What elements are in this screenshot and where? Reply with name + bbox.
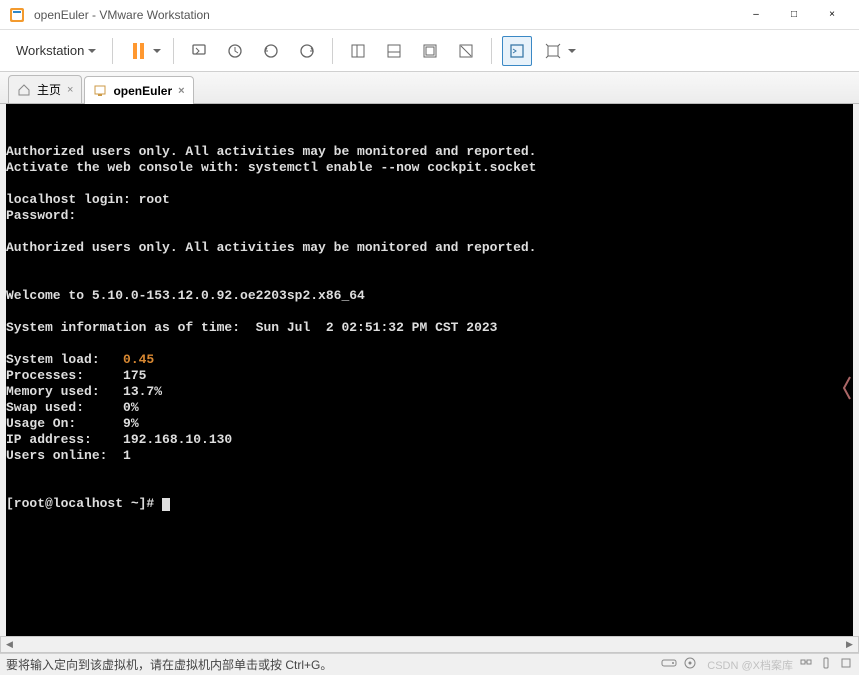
view-fullscreen-button[interactable] <box>415 36 445 66</box>
send-input-button[interactable] <box>184 36 214 66</box>
pause-icon <box>133 43 144 59</box>
unity-icon <box>457 42 475 60</box>
panel-expand-handle[interactable] <box>839 370 853 406</box>
tab-home[interactable]: 主页 × <box>8 75 82 103</box>
view-unity-button[interactable] <box>451 36 481 66</box>
snapshot-manager-icon <box>298 42 316 60</box>
window-controls: – □ × <box>737 3 851 27</box>
stretch-guest-button[interactable] <box>538 36 578 66</box>
status-bar: 要将输入定向到该虚拟机，请在虚拟机内部单击或按 Ctrl+G。 CSDN @X档… <box>0 653 859 675</box>
sound-icon[interactable] <box>839 656 853 673</box>
view-split-left-button[interactable] <box>343 36 373 66</box>
snapshot-revert-button[interactable] <box>256 36 286 66</box>
hdd-icon[interactable] <box>661 657 677 672</box>
view-split-bottom-button[interactable] <box>379 36 409 66</box>
workstation-menu[interactable]: Workstation <box>10 39 102 62</box>
console-icon <box>508 42 526 60</box>
main-toolbar: Workstation <box>0 30 859 72</box>
workstation-menu-label: Workstation <box>16 43 84 58</box>
snapshot-revert-icon <box>262 42 280 60</box>
toolbar-separator <box>332 38 333 64</box>
usb-icon[interactable] <box>819 656 833 673</box>
chevron-down-icon <box>568 49 576 53</box>
stretch-icon <box>544 42 562 60</box>
snapshot-icon <box>226 42 244 60</box>
status-device-icons: CSDN @X档案库 <box>661 656 853 673</box>
tab-home-label: 主页 <box>37 81 61 98</box>
toolbar-separator <box>491 38 492 64</box>
vm-icon <box>93 84 107 98</box>
terminal-content[interactable]: Authorized users only. All activities ma… <box>6 104 853 636</box>
horizontal-scrollbar[interactable]: ◀ ▶ <box>0 636 859 653</box>
tab-close-button[interactable]: × <box>178 85 184 97</box>
watermark-text: CSDN @X档案库 <box>707 657 793 673</box>
tab-bar: 主页 × openEuler × <box>0 72 859 104</box>
pause-vm-button[interactable] <box>123 36 163 66</box>
split-bottom-icon <box>385 42 403 60</box>
tab-close-button[interactable]: × <box>67 84 73 96</box>
terminal-viewport[interactable]: Authorized users only. All activities ma… <box>0 104 859 636</box>
toolbar-separator <box>112 38 113 64</box>
fullscreen-icon <box>421 42 439 60</box>
chevron-down-icon <box>88 49 96 53</box>
window-title: openEuler - VMware Workstation <box>34 8 737 22</box>
snapshot-manager-button[interactable] <box>292 36 322 66</box>
maximize-button[interactable]: □ <box>775 3 813 27</box>
toolbar-separator <box>173 38 174 64</box>
snapshot-button[interactable] <box>220 36 250 66</box>
title-bar: openEuler - VMware Workstation – □ × <box>0 0 859 30</box>
console-view-button[interactable] <box>502 36 532 66</box>
tab-openeuler-label: openEuler <box>113 84 172 98</box>
chevron-down-icon <box>153 49 161 53</box>
cd-icon[interactable] <box>683 656 697 673</box>
monitor-send-icon <box>190 42 208 60</box>
status-text: 要将输入定向到该虚拟机，请在虚拟机内部单击或按 Ctrl+G。 <box>6 656 661 673</box>
home-icon <box>17 83 31 97</box>
scroll-left-button[interactable]: ◀ <box>1 637 18 652</box>
vmware-app-icon <box>8 6 26 24</box>
minimize-button[interactable]: – <box>737 3 775 27</box>
scroll-track[interactable] <box>18 637 841 652</box>
split-left-icon <box>349 42 367 60</box>
close-button[interactable]: × <box>813 3 851 27</box>
tab-openeuler[interactable]: openEuler × <box>84 76 193 104</box>
network-icon[interactable] <box>799 656 813 673</box>
scroll-right-button[interactable]: ▶ <box>841 637 858 652</box>
